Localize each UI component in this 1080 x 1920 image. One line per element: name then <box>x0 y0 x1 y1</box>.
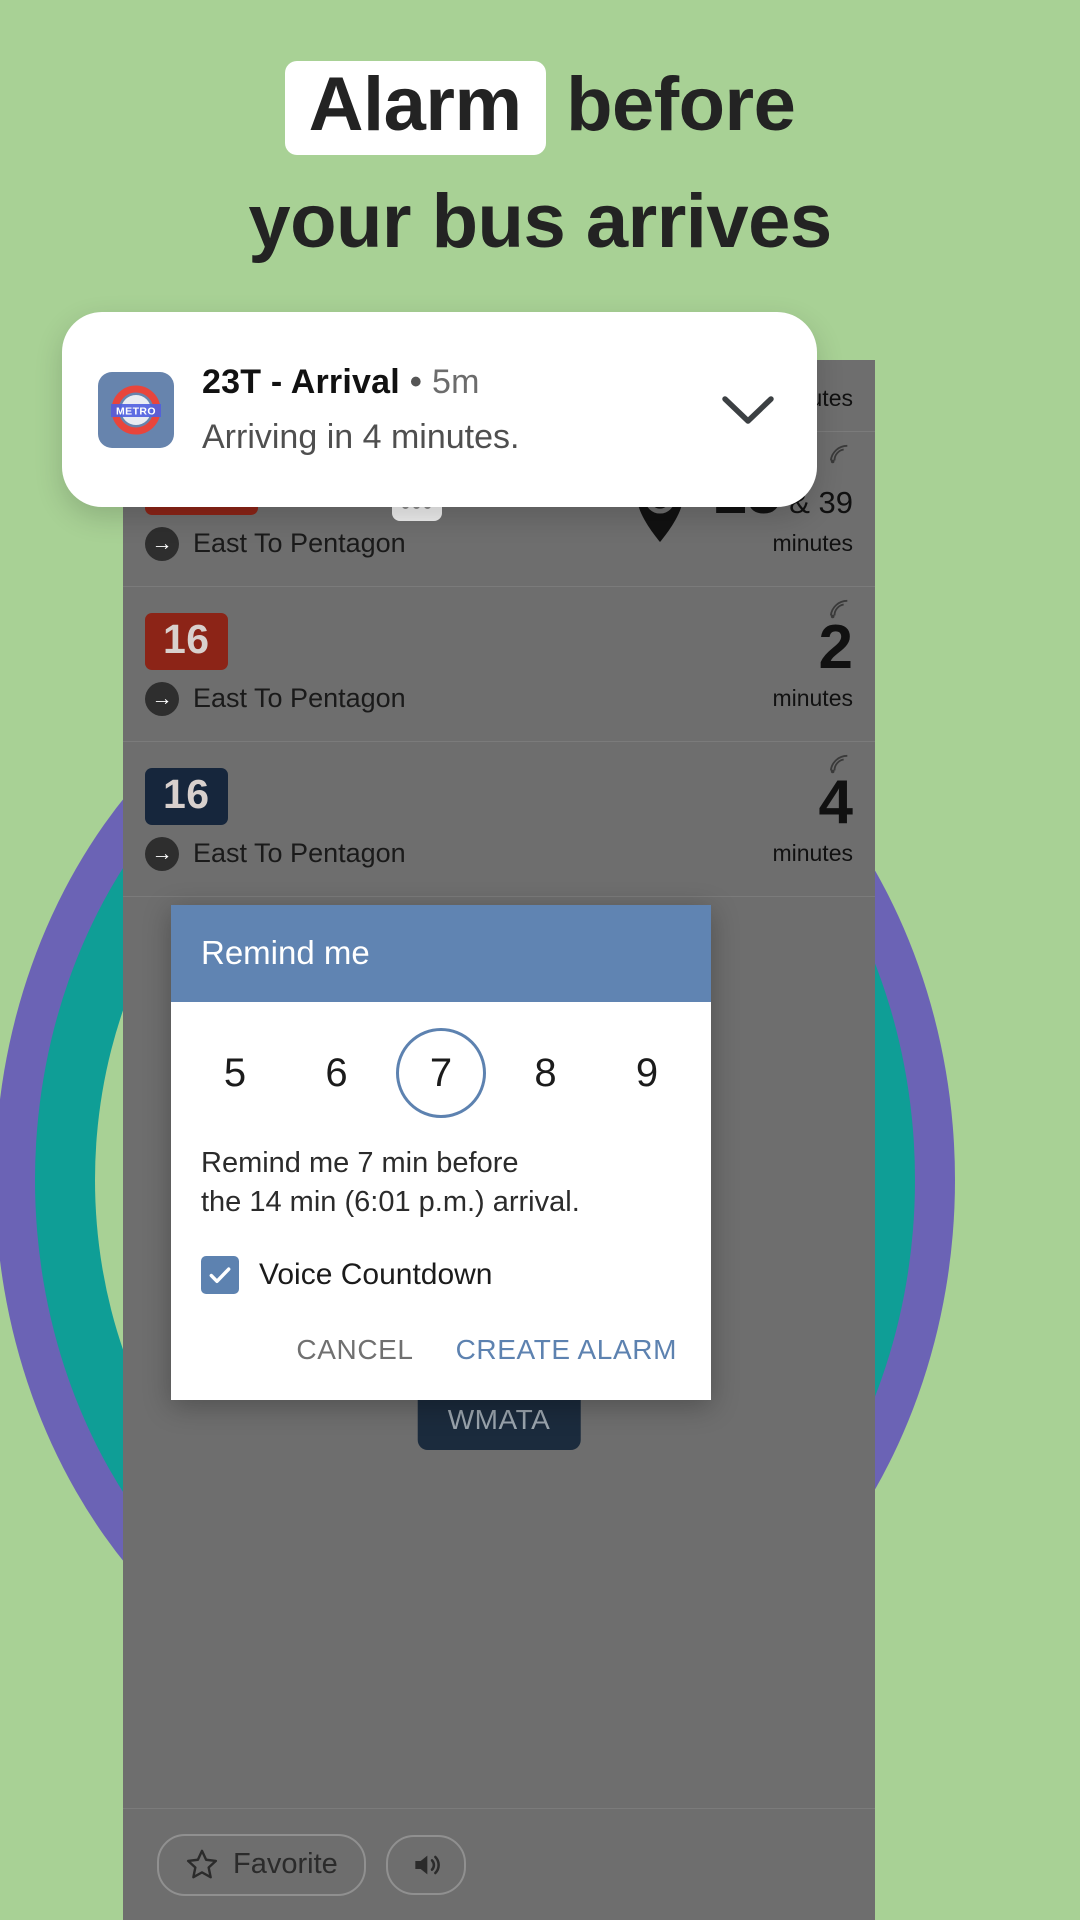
route-badge: 16 <box>145 612 228 670</box>
row-time-primary: 4 <box>818 767 853 837</box>
notification-route: 23T - Arrival <box>202 362 400 401</box>
arrow-right-circle-icon: → <box>145 836 179 871</box>
page-title: Alarm before your bus arrives <box>0 56 1080 270</box>
row-direction: East To Pentagon <box>193 838 406 868</box>
remind-me-dialog: Remind me 5 6 7 8 9 Remind me 7 min befo… <box>171 905 711 1401</box>
dialog-description: Remind me 7 min before the 14 min (6:01 … <box>171 1140 711 1222</box>
row-direction: East To Pentagon <box>193 683 406 713</box>
picker-option-5[interactable]: 5 <box>193 1031 277 1115</box>
favorite-label: Favorite <box>233 1848 338 1880</box>
notification-body: Arriving in 4 minutes. <box>202 417 520 456</box>
star-icon <box>186 1849 218 1878</box>
notification-separator: • <box>409 362 422 401</box>
headline-rest: before <box>545 62 796 147</box>
row-direction: East To Pentagon <box>193 528 406 558</box>
signal-icon <box>829 754 848 774</box>
picker-option-9[interactable]: 9 <box>605 1031 689 1115</box>
dialog-title: Remind me <box>171 905 711 1002</box>
table-row[interactable]: 16 → East To Pentagon 4 minutes <box>123 742 875 897</box>
picker-option-8[interactable]: 8 <box>504 1031 588 1115</box>
route-badge: 16 <box>145 767 228 825</box>
chevron-down-icon[interactable] <box>719 381 777 439</box>
favorite-button[interactable]: Favorite <box>157 1833 366 1896</box>
notification-time-ago: 5m <box>431 362 480 401</box>
create-alarm-button[interactable]: CREATE ALARM <box>456 1334 677 1366</box>
signal-icon <box>829 599 848 619</box>
headline-line-2: your bus arrives <box>248 178 832 264</box>
table-row[interactable]: 16 → East To Pentagon 2 minutes <box>123 587 875 742</box>
row-time-primary: 2 <box>818 612 853 682</box>
bottom-action-bar: Favorite <box>123 1808 875 1920</box>
arrow-right-circle-icon: → <box>145 681 179 716</box>
svg-text:METRO: METRO <box>116 405 156 417</box>
row-minutes-label: minutes <box>772 684 853 711</box>
dialog-description-line-2: the 14 min (6:01 p.m.) arrival. <box>201 1186 580 1219</box>
notification-title: 23T - Arrival • 5m <box>202 363 691 402</box>
headline-highlight: Alarm <box>284 61 546 155</box>
signal-icon <box>829 444 848 464</box>
dialog-actions: CANCEL CREATE ALARM <box>171 1294 711 1400</box>
minutes-picker[interactable]: 5 6 7 8 9 <box>171 1002 711 1140</box>
picker-option-7-selected[interactable]: 7 <box>396 1028 486 1118</box>
row-minutes-label: minutes <box>772 529 853 556</box>
dialog-description-line-1: Remind me 7 min before <box>201 1147 519 1179</box>
check-icon <box>209 1267 231 1284</box>
metro-roundel-icon: METRO <box>98 371 174 448</box>
cancel-button[interactable]: CANCEL <box>296 1334 413 1366</box>
arrow-right-circle-icon: → <box>145 526 179 561</box>
speaker-button[interactable] <box>385 1834 466 1895</box>
voice-countdown-row[interactable]: Voice Countdown <box>171 1222 711 1295</box>
row-minutes-label: minutes <box>772 839 853 866</box>
notification-card[interactable]: METRO 23T - Arrival • 5m Arriving in 4 min… <box>62 312 817 507</box>
voice-countdown-checkbox[interactable] <box>201 1256 239 1295</box>
voice-countdown-label: Voice Countdown <box>259 1258 493 1292</box>
picker-option-6[interactable]: 6 <box>295 1031 379 1115</box>
speaker-icon <box>415 1855 440 1874</box>
